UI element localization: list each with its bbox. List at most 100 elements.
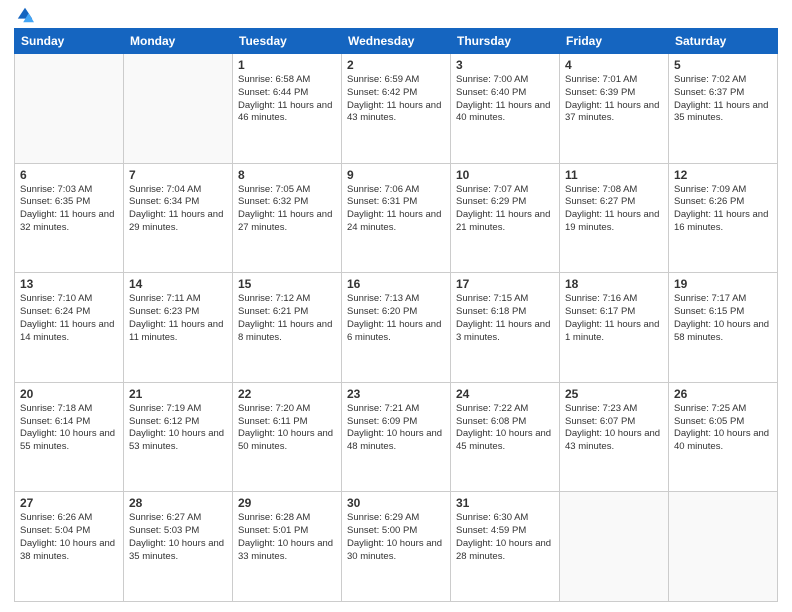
day-info: Sunrise: 7:04 AM Sunset: 6:34 PM Dayligh…: [129, 184, 227, 235]
day-number: 15: [238, 277, 336, 291]
week-row-4: 27 Sunrise: 6:26 AM Sunset: 5:04 PM Dayli…: [15, 492, 778, 602]
calendar-cell: 30Sunrise: 6:29 AM Sunset: 5:00 PM Dayli…: [342, 492, 451, 602]
day-number: 2: [347, 58, 445, 72]
calendar-cell: 24Sunrise: 7:22 AM Sunset: 6:08 PM Dayli…: [451, 382, 560, 492]
day-number: 5: [674, 58, 772, 72]
week-row-3: 20 Sunrise: 7:18 AM Sunset: 6:14 PM Dayli…: [15, 382, 778, 492]
day-info: Sunrise: 6:28 AM Sunset: 5:01 PM Dayligh…: [238, 512, 336, 563]
calendar-cell: 3 Sunrise: 7:00 AM Sunset: 6:40 PM Daylig…: [451, 54, 560, 164]
day-info: Sunrise: 7:13 AM Sunset: 6:20 PM Dayligh…: [347, 293, 445, 344]
day-number: 7: [129, 168, 227, 182]
calendar-header-row: SundayMondayTuesdayWednesdayThursdayFrid…: [15, 29, 778, 54]
day-info: Sunrise: 7:03 AM Sunset: 6:35 PM Dayligh…: [20, 184, 118, 235]
day-header-thursday: Thursday: [451, 29, 560, 54]
calendar-cell: 22 Sunrise: 7:20 AM Sunset: 6:11 PM Dayli…: [233, 382, 342, 492]
day-header-sunday: Sunday: [15, 29, 124, 54]
day-info: Sunrise: 7:07 AM Sunset: 6:29 PM Dayligh…: [456, 184, 554, 235]
day-header-friday: Friday: [560, 29, 669, 54]
day-number: 20: [20, 387, 118, 401]
day-info: Sunrise: 6:58 AM Sunset: 6:44 PM Dayligh…: [238, 74, 336, 125]
day-number: 14: [129, 277, 227, 291]
day-number: 1: [238, 58, 336, 72]
day-info: Sunrise: 7:19 AM Sunset: 6:12 PM Dayligh…: [129, 403, 227, 454]
day-info: Sunrise: 7:21 AM Sunset: 6:09 PM Dayligh…: [347, 403, 445, 454]
logo-icon: [16, 6, 34, 24]
calendar-cell: 20 Sunrise: 7:18 AM Sunset: 6:14 PM Dayli…: [15, 382, 124, 492]
calendar-cell: 15 Sunrise: 7:12 AM Sunset: 6:21 PM Dayli…: [233, 273, 342, 383]
calendar-cell: 10 Sunrise: 7:07 AM Sunset: 6:29 PM Dayli…: [451, 163, 560, 273]
day-number: 9: [347, 168, 445, 182]
day-number: 4: [565, 58, 663, 72]
day-number: 25: [565, 387, 663, 401]
calendar-cell: 17Sunrise: 7:15 AM Sunset: 6:18 PM Dayli…: [451, 273, 560, 383]
calendar-cell: 6 Sunrise: 7:03 AM Sunset: 6:35 PM Daylig…: [15, 163, 124, 273]
day-info: Sunrise: 7:16 AM Sunset: 6:17 PM Dayligh…: [565, 293, 663, 344]
day-number: 13: [20, 277, 118, 291]
calendar-cell: 26 Sunrise: 7:25 AM Sunset: 6:05 PM Dayli…: [669, 382, 778, 492]
day-number: 26: [674, 387, 772, 401]
calendar-cell: [560, 492, 669, 602]
day-header-saturday: Saturday: [669, 29, 778, 54]
day-number: 30: [347, 496, 445, 510]
day-info: Sunrise: 6:26 AM Sunset: 5:04 PM Dayligh…: [20, 512, 118, 563]
calendar-cell: 18 Sunrise: 7:16 AM Sunset: 6:17 PM Dayli…: [560, 273, 669, 383]
day-number: 22: [238, 387, 336, 401]
calendar-cell: 29Sunrise: 6:28 AM Sunset: 5:01 PM Dayli…: [233, 492, 342, 602]
logo: [14, 10, 34, 20]
day-number: 12: [674, 168, 772, 182]
day-info: Sunrise: 6:59 AM Sunset: 6:42 PM Dayligh…: [347, 74, 445, 125]
calendar-cell: [669, 492, 778, 602]
day-info: Sunrise: 7:20 AM Sunset: 6:11 PM Dayligh…: [238, 403, 336, 454]
calendar-table: SundayMondayTuesdayWednesdayThursdayFrid…: [14, 28, 778, 602]
day-info: Sunrise: 7:09 AM Sunset: 6:26 PM Dayligh…: [674, 184, 772, 235]
day-info: Sunrise: 6:30 AM Sunset: 4:59 PM Dayligh…: [456, 512, 554, 563]
day-info: Sunrise: 7:12 AM Sunset: 6:21 PM Dayligh…: [238, 293, 336, 344]
header: [14, 10, 778, 20]
day-info: Sunrise: 7:02 AM Sunset: 6:37 PM Dayligh…: [674, 74, 772, 125]
day-header-tuesday: Tuesday: [233, 29, 342, 54]
day-info: Sunrise: 7:17 AM Sunset: 6:15 PM Dayligh…: [674, 293, 772, 344]
week-row-2: 13Sunrise: 7:10 AM Sunset: 6:24 PM Dayli…: [15, 273, 778, 383]
day-info: Sunrise: 7:05 AM Sunset: 6:32 PM Dayligh…: [238, 184, 336, 235]
calendar-cell: 27 Sunrise: 6:26 AM Sunset: 5:04 PM Dayli…: [15, 492, 124, 602]
calendar-cell: 13Sunrise: 7:10 AM Sunset: 6:24 PM Dayli…: [15, 273, 124, 383]
calendar-cell: [124, 54, 233, 164]
calendar-cell: 11Sunrise: 7:08 AM Sunset: 6:27 PM Dayli…: [560, 163, 669, 273]
day-header-monday: Monday: [124, 29, 233, 54]
day-info: Sunrise: 7:11 AM Sunset: 6:23 PM Dayligh…: [129, 293, 227, 344]
day-info: Sunrise: 6:27 AM Sunset: 5:03 PM Dayligh…: [129, 512, 227, 563]
calendar-cell: 12 Sunrise: 7:09 AM Sunset: 6:26 PM Dayli…: [669, 163, 778, 273]
day-number: 31: [456, 496, 554, 510]
calendar-cell: 16 Sunrise: 7:13 AM Sunset: 6:20 PM Dayli…: [342, 273, 451, 383]
day-number: 18: [565, 277, 663, 291]
day-info: Sunrise: 7:22 AM Sunset: 6:08 PM Dayligh…: [456, 403, 554, 454]
calendar-cell: 14 Sunrise: 7:11 AM Sunset: 6:23 PM Dayli…: [124, 273, 233, 383]
calendar-cell: 8 Sunrise: 7:05 AM Sunset: 6:32 PM Daylig…: [233, 163, 342, 273]
day-number: 10: [456, 168, 554, 182]
day-number: 23: [347, 387, 445, 401]
day-number: 6: [20, 168, 118, 182]
calendar-cell: 28Sunrise: 6:27 AM Sunset: 5:03 PM Dayli…: [124, 492, 233, 602]
day-number: 16: [347, 277, 445, 291]
day-number: 19: [674, 277, 772, 291]
day-number: 21: [129, 387, 227, 401]
calendar-cell: 23 Sunrise: 7:21 AM Sunset: 6:09 PM Dayli…: [342, 382, 451, 492]
day-info: Sunrise: 7:23 AM Sunset: 6:07 PM Dayligh…: [565, 403, 663, 454]
calendar-cell: [15, 54, 124, 164]
day-number: 8: [238, 168, 336, 182]
day-info: Sunrise: 7:00 AM Sunset: 6:40 PM Dayligh…: [456, 74, 554, 125]
calendar-cell: 31 Sunrise: 6:30 AM Sunset: 4:59 PM Dayli…: [451, 492, 560, 602]
week-row-1: 6 Sunrise: 7:03 AM Sunset: 6:35 PM Daylig…: [15, 163, 778, 273]
day-number: 27: [20, 496, 118, 510]
calendar-cell: 9 Sunrise: 7:06 AM Sunset: 6:31 PM Daylig…: [342, 163, 451, 273]
page: SundayMondayTuesdayWednesdayThursdayFrid…: [0, 0, 792, 612]
day-info: Sunrise: 7:25 AM Sunset: 6:05 PM Dayligh…: [674, 403, 772, 454]
calendar-cell: 5 Sunrise: 7:02 AM Sunset: 6:37 PM Daylig…: [669, 54, 778, 164]
calendar-cell: 21 Sunrise: 7:19 AM Sunset: 6:12 PM Dayli…: [124, 382, 233, 492]
day-info: Sunrise: 7:18 AM Sunset: 6:14 PM Dayligh…: [20, 403, 118, 454]
calendar-cell: 2 Sunrise: 6:59 AM Sunset: 6:42 PM Daylig…: [342, 54, 451, 164]
day-number: 17: [456, 277, 554, 291]
day-info: Sunrise: 7:06 AM Sunset: 6:31 PM Dayligh…: [347, 184, 445, 235]
day-number: 3: [456, 58, 554, 72]
day-header-wednesday: Wednesday: [342, 29, 451, 54]
